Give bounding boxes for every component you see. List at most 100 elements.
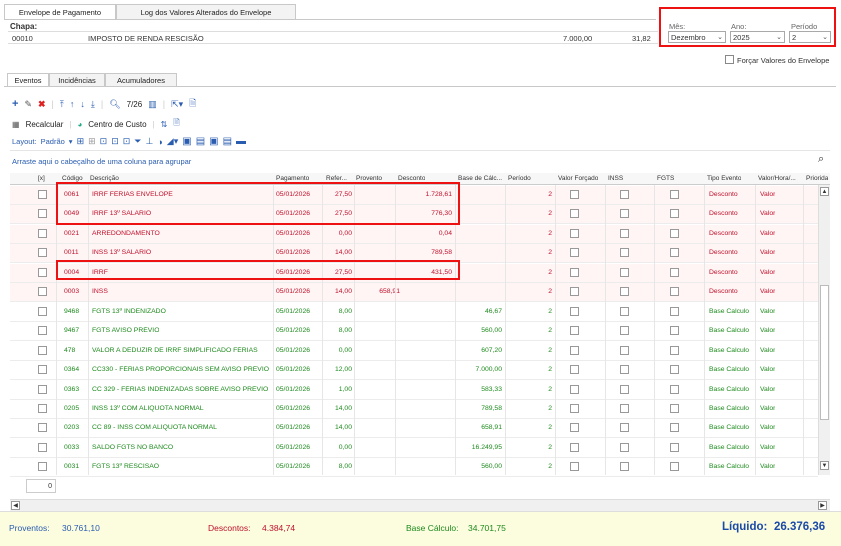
col-base[interactable]: Base de Cálc...: [458, 175, 508, 182]
table-row[interactable]: 0049 IRRF 13º SALARIO 05/01/2026 27,50 776,3…: [10, 205, 818, 225]
select-checkbox[interactable]: [38, 403, 47, 413]
select-checkbox[interactable]: [38, 423, 47, 433]
select-checkbox[interactable]: [38, 228, 47, 238]
inss-checkbox[interactable]: [620, 326, 629, 336]
inss-checkbox[interactable]: [620, 403, 629, 413]
col-desconto[interactable]: Desconto: [398, 175, 425, 182]
inss-checkbox[interactable]: [620, 306, 629, 316]
select-checkbox[interactable]: [38, 267, 47, 277]
select-checkbox[interactable]: [38, 326, 47, 336]
fgts-checkbox[interactable]: [670, 365, 679, 375]
table-row[interactable]: 0033 SALDO FGTS NO BANCO 05/01/2026 0,00 16.…: [10, 439, 818, 458]
valor-forcado-checkbox[interactable]: [570, 462, 579, 472]
select-checkbox[interactable]: [38, 190, 47, 199]
col-valor-forcado[interactable]: Valor Forçado: [558, 175, 598, 182]
inss-checkbox[interactable]: [620, 365, 629, 375]
table-row[interactable]: 478 VALOR A DEDUZIR DE IRRF SIMPLIFICADO …: [10, 342, 818, 361]
layout-icon-1[interactable]: ⊞: [77, 136, 85, 147]
valor-forcado-checkbox[interactable]: [570, 228, 579, 238]
color-icon[interactable]: ◑: [157, 137, 162, 147]
inss-checkbox[interactable]: [620, 462, 629, 472]
select-checkbox[interactable]: [38, 248, 47, 258]
view-icon-1[interactable]: ▣: [182, 136, 191, 147]
periodo-select[interactable]: 2 ⌄: [789, 31, 831, 43]
columns-icon[interactable]: ▥: [148, 99, 157, 110]
table-row[interactable]: 0363 CC 329 - FÉRIAS INDENIZADAS SOBRE AV…: [10, 381, 818, 400]
inss-checkbox[interactable]: [620, 248, 629, 258]
fgts-checkbox[interactable]: [670, 209, 679, 219]
mes-select[interactable]: Dezembro ⌄: [668, 31, 726, 43]
fgts-checkbox[interactable]: [670, 384, 679, 394]
col-valor-hora[interactable]: Valor/Hora/...: [758, 175, 802, 182]
table-row[interactable]: 0003 INSS 05/01/2026 14,00 658,91 2 Desconto Va…: [10, 283, 818, 303]
layout-icon-4[interactable]: ⊡: [111, 136, 119, 147]
layout-icon-2[interactable]: ⊞: [88, 136, 96, 147]
scrollbar-thumb[interactable]: [820, 285, 829, 420]
edit-icon[interactable]: ✎: [24, 99, 32, 110]
col-descricao[interactable]: Descrição: [90, 175, 119, 182]
fgts-checkbox[interactable]: [670, 248, 679, 258]
search-icon[interactable]: 🔍︎: [109, 99, 120, 110]
valor-forcado-checkbox[interactable]: [570, 190, 579, 199]
fgts-checkbox[interactable]: [670, 326, 679, 336]
table-row[interactable]: 0011 INSS 13º SALARIO 05/01/2026 14,00 789,5…: [10, 244, 818, 264]
inss-checkbox[interactable]: [620, 442, 629, 452]
valor-forcado-checkbox[interactable]: [570, 403, 579, 413]
col-fgts[interactable]: FGTS: [657, 175, 674, 182]
table-row[interactable]: 0205 INSS 13º COM ALIQUOTA NORMAL 05/01/20…: [10, 400, 818, 419]
last-icon[interactable]: ⤓: [91, 99, 95, 110]
next-icon[interactable]: ↓: [80, 99, 85, 109]
fgts-checkbox[interactable]: [670, 306, 679, 316]
first-icon[interactable]: ⤒: [60, 99, 64, 110]
valor-forcado-checkbox[interactable]: [570, 345, 579, 355]
group-panel[interactable]: Arraste aqui o cabeçalho de uma coluna p…: [10, 150, 830, 170]
delete-icon[interactable]: ✖: [38, 99, 46, 110]
fgts-checkbox[interactable]: [670, 423, 679, 433]
prev-icon[interactable]: ↑: [70, 99, 75, 109]
inss-checkbox[interactable]: [620, 190, 629, 199]
scroll-left-icon[interactable]: ◀: [11, 501, 20, 510]
forcar-checkbox[interactable]: [725, 55, 734, 64]
pin-icon[interactable]: ⊥: [146, 136, 154, 147]
col-tipo-evento[interactable]: Tipo Evento: [707, 175, 741, 182]
view-icon-4[interactable]: ▤: [223, 136, 232, 147]
fgts-checkbox[interactable]: [670, 228, 679, 238]
vertical-scrollbar[interactable]: ▲ ▼: [818, 185, 830, 475]
fgts-checkbox[interactable]: [670, 462, 679, 472]
col-periodo[interactable]: Período: [508, 175, 531, 182]
valor-forcado-checkbox[interactable]: [570, 287, 579, 297]
chart-icon[interactable]: ◢▾: [167, 136, 178, 147]
layout-icon-3[interactable]: ⊡: [100, 136, 108, 147]
inss-checkbox[interactable]: [620, 423, 629, 433]
table-row[interactable]: 9468 FGTS 13º INDENIZADO 05/01/2026 8,00 46,…: [10, 303, 818, 322]
layout-icon-5[interactable]: ⊡: [123, 136, 131, 147]
select-checkbox[interactable]: [38, 365, 47, 375]
search-icon[interactable]: ⌕: [818, 153, 824, 166]
table-row[interactable]: 0203 CC 89 - INSS COM ALIQUOTA NORMAL 05/0…: [10, 419, 818, 439]
valor-forcado-checkbox[interactable]: [570, 365, 579, 375]
fgts-checkbox[interactable]: [670, 345, 679, 355]
filter-icon[interactable]: ⏷: [134, 136, 141, 147]
valor-forcado-checkbox[interactable]: [570, 267, 579, 277]
valor-forcado-checkbox[interactable]: [570, 384, 579, 394]
view-icon-3[interactable]: ▣: [209, 136, 218, 147]
add-icon[interactable]: +: [12, 98, 18, 110]
fgts-checkbox[interactable]: [670, 442, 679, 452]
view-icon-5[interactable]: ▬: [236, 136, 246, 147]
valor-forcado-checkbox[interactable]: [570, 326, 579, 336]
col-select[interactable]: [x]: [38, 175, 45, 182]
scroll-right-icon[interactable]: ▶: [818, 501, 827, 510]
table-row[interactable]: 9467 FGTS AVISO PRÉVIO 05/01/2026 8,00 560,0…: [10, 322, 818, 342]
subtab-incidencias[interactable]: Incidências: [49, 73, 105, 86]
select-checkbox[interactable]: [38, 209, 47, 219]
centro-custo-button[interactable]: Centro de Custo: [88, 120, 146, 129]
valor-forcado-checkbox[interactable]: [570, 209, 579, 219]
select-checkbox[interactable]: [38, 287, 47, 297]
view-icon-2[interactable]: ▤: [196, 136, 205, 147]
select-checkbox[interactable]: [38, 442, 47, 452]
report-icon[interactable]: 🗎: [173, 117, 179, 131]
valor-forcado-checkbox[interactable]: [570, 248, 579, 258]
inss-checkbox[interactable]: [620, 345, 629, 355]
inss-checkbox[interactable]: [620, 384, 629, 394]
select-checkbox[interactable]: [38, 345, 47, 355]
